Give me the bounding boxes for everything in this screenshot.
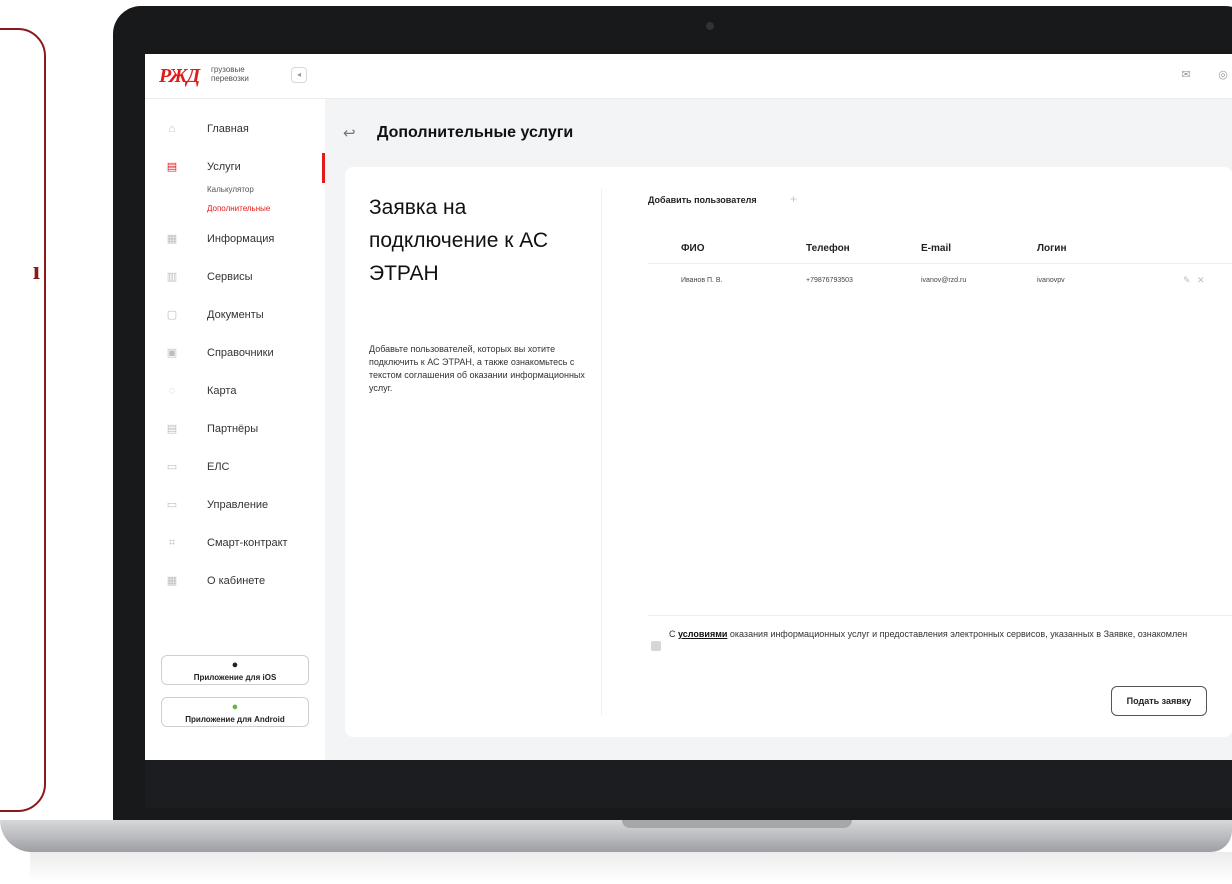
monitor-icon: ▭	[166, 499, 178, 511]
agreement-body: оказания информационных услуг и предоста…	[727, 629, 1188, 639]
ios-app-button[interactable]: ● Приложение для iOS	[161, 655, 309, 685]
android-app-label: Приложение для Android	[185, 715, 285, 724]
screen: РЖД грузовые перевозки ◂ ✉ ◎ ⌂ Главная ▤…	[145, 54, 1232, 760]
sidebar-item-label: Информация	[207, 233, 275, 245]
sidebar-item-label: Партнёры	[207, 423, 259, 435]
side-card-glyph: ı	[32, 256, 40, 285]
sidebar-item-smart-contract[interactable]: ⌗ Смарт-контракт	[145, 529, 325, 559]
sidebar-item-label: Сервисы	[207, 271, 253, 283]
sidebar-item-label: О кабинете	[207, 575, 266, 587]
android-icon: ●	[231, 701, 239, 713]
edit-icon[interactable]: ✎	[1183, 275, 1191, 286]
add-user-button[interactable]: Добавить пользователя	[648, 195, 757, 205]
laptop-notch	[622, 820, 852, 828]
android-app-button[interactable]: ● Приложение для Android	[161, 697, 309, 727]
cell-login: ivanovpv	[1037, 277, 1065, 284]
sidebar-item-home[interactable]: ⌂ Главная	[145, 115, 325, 145]
sidebar-item-label: ЕЛС	[207, 461, 230, 473]
sidebar-toggle-icon[interactable]: ◂	[291, 67, 307, 83]
active-indicator	[322, 153, 325, 183]
submit-request-button[interactable]: Подать заявку	[1111, 686, 1207, 716]
mail-icon[interactable]: ✉	[1179, 68, 1193, 82]
logo-subtitle: грузовые перевозки	[211, 65, 249, 83]
sidebar-item-services[interactable]: ▤ Услуги	[145, 153, 325, 183]
home-icon: ⌂	[168, 123, 176, 135]
side-card: ı	[0, 28, 46, 812]
sidebar: ⌂ Главная ▤ Услуги Калькулятор Дополните…	[145, 99, 325, 760]
grid-icon: ▥	[166, 271, 178, 283]
page-title: Дополнительные услуги	[377, 124, 574, 141]
sidebar-item-management[interactable]: ▭ Управление	[145, 491, 325, 521]
ios-app-label: Приложение для iOS	[193, 673, 277, 682]
agreement-text: С условиями оказания информационных услу…	[669, 627, 1229, 642]
table-row-divider	[648, 263, 1232, 264]
sidebar-item-partners[interactable]: ▤ Партнёры	[145, 415, 325, 445]
delete-icon[interactable]: ✕	[1197, 275, 1205, 286]
sidebar-item-directories[interactable]: ▣ Справочники	[145, 339, 325, 369]
request-card: Заявка на подключение к АС ЭТРАН Добавьт…	[345, 167, 1232, 737]
sidebar-item-services-list[interactable]: ▥ Сервисы	[145, 263, 325, 293]
screen-bezel-bottom	[145, 760, 1232, 808]
sidebar-item-label: Документы	[207, 309, 264, 321]
apple-icon: ●	[231, 659, 239, 671]
wallet-icon: ▭	[166, 461, 178, 473]
cell-email: ivanov@rzd.ru	[921, 277, 967, 284]
sidebar-item-els[interactable]: ▭ ЕЛС	[145, 453, 325, 483]
sidebar-item-information[interactable]: ▦ Информация	[145, 225, 325, 255]
sidebar-item-label: Главная	[207, 123, 249, 135]
services-icon: ▤	[166, 161, 178, 173]
column-header-email: E-mail	[921, 243, 952, 254]
cell-name: Иванов П. В.	[681, 277, 723, 284]
rzd-logo[interactable]: РЖД	[159, 65, 200, 88]
partners-icon: ▤	[166, 423, 178, 435]
info-icon: ▦	[166, 233, 178, 245]
bottom-divider	[648, 615, 1232, 616]
about-icon: ▦	[166, 575, 178, 587]
sidebar-item-about[interactable]: ▦ О кабинете	[145, 567, 325, 597]
sidebar-item-map[interactable]: ◌ Карта	[145, 377, 325, 407]
agreement-prefix: С	[669, 629, 678, 639]
sidebar-item-documents[interactable]: ▢ Документы	[145, 301, 325, 331]
column-header-name: ФИО	[681, 243, 705, 254]
sidebar-item-label: Справочники	[207, 347, 274, 359]
sidebar-item-label: Карта	[207, 385, 237, 397]
add-user-plus-icon[interactable]: +	[790, 192, 797, 206]
column-header-phone: Телефон	[806, 243, 850, 254]
top-bar: РЖД грузовые перевозки ◂ ✉ ◎	[145, 54, 1232, 99]
conditions-link[interactable]: условиями	[678, 629, 727, 639]
sidebar-item-label: Услуги	[207, 161, 241, 173]
cell-phone: +79876793503	[806, 277, 853, 284]
camera-icon	[706, 22, 714, 30]
back-arrow-icon[interactable]: ↩	[343, 124, 356, 142]
map-pin-icon: ◌	[168, 385, 176, 397]
floor-shadow	[30, 852, 1232, 882]
request-description: Добавьте пользователей, которых вы хотит…	[369, 344, 585, 393]
card-divider	[601, 189, 602, 715]
sidebar-subitem-calculator[interactable]: Калькулятор	[207, 185, 254, 194]
sidebar-item-label: Управление	[207, 499, 269, 511]
request-title: Заявка на подключение к АС ЭТРАН	[369, 196, 549, 285]
document-icon: ▢	[166, 309, 178, 321]
column-header-login: Логин	[1037, 243, 1067, 254]
book-icon: ▣	[166, 347, 178, 359]
contract-icon: ⌗	[168, 537, 176, 549]
laptop-base	[0, 820, 1232, 852]
sidebar-item-label: Смарт-контракт	[207, 537, 288, 549]
profile-icon[interactable]: ◎	[1216, 68, 1230, 82]
agreement-checkbox[interactable]	[651, 641, 661, 651]
sidebar-subitem-additional[interactable]: Дополнительные	[207, 204, 270, 213]
